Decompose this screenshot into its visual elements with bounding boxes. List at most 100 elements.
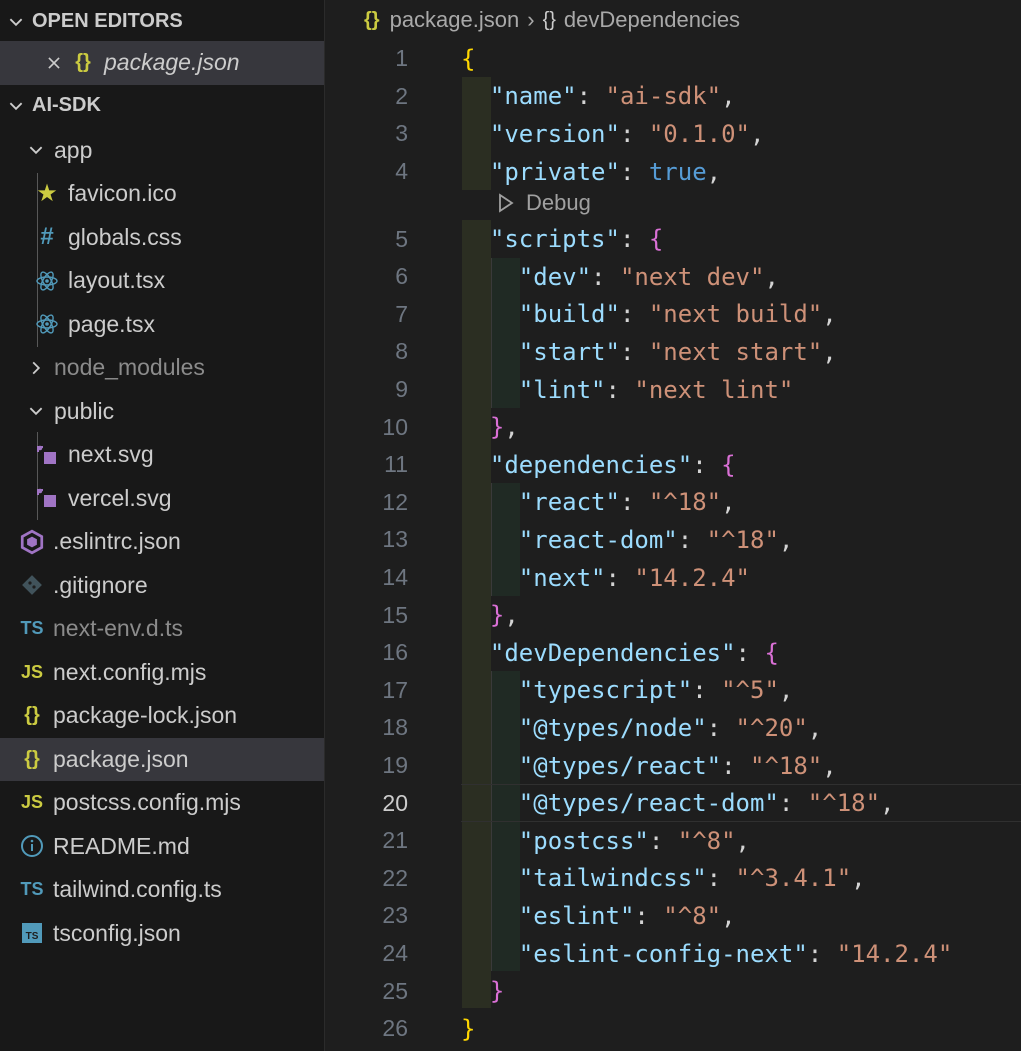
line-number: 21 xyxy=(382,827,408,854)
sidebar-item-layout-tsx[interactable]: layout.tsx xyxy=(0,259,324,303)
code-token: : xyxy=(648,826,678,855)
sidebar-item-label: next.svg xyxy=(68,441,154,468)
sidebar-item-app[interactable]: app xyxy=(0,129,324,173)
sidebar-item-gitignore[interactable]: .gitignore xyxy=(0,564,324,608)
sidebar-item-public[interactable]: public xyxy=(0,390,324,434)
sidebar-item-label: .gitignore xyxy=(53,571,148,598)
line-text: "eslint-config-next": "14.2.4" xyxy=(461,940,952,968)
sidebar-item-node-modules[interactable]: node_modules xyxy=(0,346,324,390)
close-icon[interactable] xyxy=(42,51,66,75)
code-line[interactable]: 6 "dev": "next dev", xyxy=(326,258,1021,296)
breadcrumb-symbol[interactable]: devDependencies xyxy=(564,7,740,33)
code-line[interactable]: 20 "@types/react-dom": "^18", xyxy=(326,784,1021,822)
code-line[interactable]: 18 "@types/node": "^20", xyxy=(326,709,1021,747)
line-text: "tailwindcss": "^3.4.1", xyxy=(461,864,866,892)
open-editors-header[interactable]: OPEN EDITORS xyxy=(0,0,324,44)
code-token: "@types/react" xyxy=(518,751,722,780)
react-icon xyxy=(34,311,60,337)
sidebar-item-label: globals.css xyxy=(68,223,182,250)
code-line[interactable]: 2 "name": "ai-sdk", xyxy=(326,78,1021,116)
code-line[interactable]: 12 "react": "^18", xyxy=(326,484,1021,522)
line-number: 6 xyxy=(395,263,408,290)
code-line[interactable]: 1{ xyxy=(326,40,1021,78)
line-text: { xyxy=(461,45,475,73)
chevron-down-icon xyxy=(4,10,28,34)
sidebar-item-tailwind-config-ts[interactable]: TS tailwind.config.ts xyxy=(0,868,324,912)
line-number: 5 xyxy=(395,225,408,252)
code-token: "scripts" xyxy=(489,225,620,254)
sidebar-item-next-config-mjs[interactable]: JS next.config.mjs xyxy=(0,651,324,695)
line-text: "dependencies": { xyxy=(461,451,736,479)
sidebar-item-vercel-svg[interactable]: vercel.svg xyxy=(0,477,324,521)
code-line[interactable]: 4 "private": true, xyxy=(326,153,1021,191)
open-editor-item[interactable]: {} package.json xyxy=(0,41,324,85)
sidebar-item-package-json[interactable]: {} package.json xyxy=(0,737,324,781)
code-line[interactable]: 9 "lint": "next lint" xyxy=(326,371,1021,409)
code-line[interactable]: 21 "postcss": "^8", xyxy=(326,822,1021,860)
code-token: "eslint" xyxy=(518,901,635,930)
sidebar-item-package-lock-json[interactable]: {} package-lock.json xyxy=(0,694,324,738)
tsconfig-icon: TS xyxy=(19,920,45,946)
code-token: : xyxy=(721,751,750,780)
line-number: 25 xyxy=(382,977,408,1004)
code-line[interactable]: 7 "build": "next build", xyxy=(326,296,1021,334)
sidebar-item-next-svg[interactable]: next.svg xyxy=(0,433,324,477)
line-text: "start": "next start", xyxy=(461,338,837,366)
code-line[interactable]: 8 "start": "next start", xyxy=(326,333,1021,371)
sidebar-item-label: README.md xyxy=(53,832,190,859)
code-token: "next build" xyxy=(648,300,823,329)
sidebar-item-eslintrc-json[interactable]: .eslintrc.json xyxy=(0,520,324,564)
editor-pane[interactable]: {} package.json › {} devDependencies Deb… xyxy=(326,0,1021,1051)
line-text: "@types/react-dom": "^18", xyxy=(461,789,895,817)
code-token: , xyxy=(764,262,779,291)
code-line[interactable]: 24 "eslint-config-next": "14.2.4" xyxy=(326,935,1021,973)
code-line[interactable]: 25 } xyxy=(326,972,1021,1010)
code-token: "ai-sdk" xyxy=(605,82,722,111)
sidebar-item-page-tsx[interactable]: page.tsx xyxy=(0,303,324,347)
sidebar-item-favicon-ico[interactable]: ★ favicon.ico xyxy=(0,172,324,216)
code-line[interactable]: 17 "typescript": "^5", xyxy=(326,672,1021,710)
sidebar-item-label: public xyxy=(54,397,115,424)
code-line[interactable]: 19 "@types/react": "^18", xyxy=(326,747,1021,785)
sidebar-item-readme-md[interactable]: README.md xyxy=(0,825,324,869)
sidebar-item-globals-css[interactable]: # globals.css xyxy=(0,216,324,260)
code-line[interactable]: 14 "next": "14.2.4" xyxy=(326,559,1021,597)
code-line[interactable]: 23 "eslint": "^8", xyxy=(326,897,1021,935)
code-line[interactable]: 15 }, xyxy=(326,596,1021,634)
line-number: 14 xyxy=(382,564,408,591)
code-line[interactable]: 5 "scripts": { xyxy=(326,220,1021,258)
code-line[interactable]: 26} xyxy=(326,1010,1021,1048)
debug-codelens[interactable]: Debug xyxy=(496,186,591,220)
code-line[interactable]: 3 "version": "0.1.0", xyxy=(326,115,1021,153)
line-number: 26 xyxy=(382,1015,408,1042)
sidebar-item-tsconfig-json[interactable]: TS tsconfig.json xyxy=(0,912,324,956)
project-header[interactable]: AI-SDK xyxy=(0,84,324,128)
line-number: 9 xyxy=(395,376,408,403)
code-line[interactable]: 13 "react-dom": "^18", xyxy=(326,521,1021,559)
code-line[interactable]: 10 }, xyxy=(326,408,1021,446)
sidebar-item-label: favicon.ico xyxy=(68,180,177,207)
breadcrumb-file[interactable]: package.json xyxy=(390,7,520,33)
code-line[interactable]: 11 "dependencies": { xyxy=(326,446,1021,484)
code-line[interactable]: 22 "tailwindcss": "^3.4.1", xyxy=(326,860,1021,898)
line-text: "dev": "next dev", xyxy=(461,263,779,291)
sidebar-item-label: node_modules xyxy=(54,354,205,381)
chevron-right-icon xyxy=(24,356,48,380)
code-token: "@types/react-dom" xyxy=(518,789,779,818)
code-token: "^18" xyxy=(807,789,881,818)
sidebar-item-postcss-config-mjs[interactable]: JS postcss.config.mjs xyxy=(0,781,324,825)
chevron-down-icon xyxy=(24,138,48,162)
code-line[interactable]: 16 "devDependencies": { xyxy=(326,634,1021,672)
sidebar-item-next-env-d-ts[interactable]: TS next-env.d.ts xyxy=(0,607,324,651)
